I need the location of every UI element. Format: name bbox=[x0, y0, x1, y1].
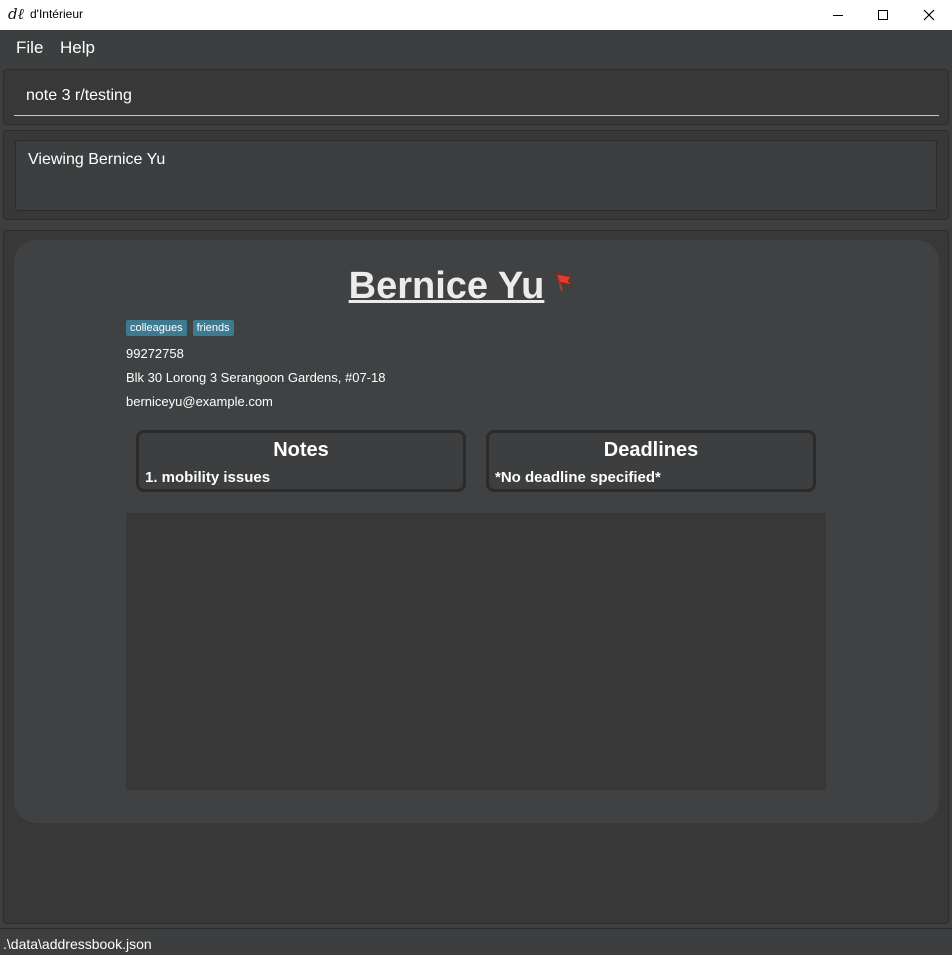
person-card: Bernice Yu colleagues friends 99272758 B… bbox=[14, 240, 939, 823]
email: berniceyu@example.com bbox=[126, 394, 273, 409]
tag: colleagues bbox=[126, 320, 187, 336]
minimize-icon bbox=[833, 15, 843, 16]
person-name: Bernice Yu bbox=[348, 265, 545, 307]
notes-title: Notes bbox=[273, 439, 329, 461]
deadline-item: *No deadline specified* bbox=[495, 469, 661, 486]
command-box bbox=[3, 69, 949, 125]
close-icon bbox=[923, 9, 935, 21]
menu-help[interactable]: Help bbox=[60, 38, 95, 58]
status-bar: .\data\addressbook.json bbox=[0, 928, 952, 955]
result-pane: Viewing Bernice Yu bbox=[3, 130, 949, 220]
app-icon: dℓ bbox=[8, 5, 24, 23]
maximize-button[interactable] bbox=[860, 0, 906, 30]
tag: friends bbox=[192, 320, 234, 336]
red-flag-icon bbox=[556, 273, 574, 292]
address: Blk 30 Lorong 3 Serangoon Gardens, #07-1… bbox=[126, 370, 386, 385]
deadlines-box: Deadlines *No deadline specified* bbox=[486, 430, 816, 492]
notes-box: Notes 1. mobility issues bbox=[136, 430, 466, 492]
minimize-button[interactable] bbox=[815, 0, 861, 30]
command-input[interactable] bbox=[14, 76, 939, 116]
result-display: Viewing Bernice Yu bbox=[15, 140, 937, 211]
tag-list: colleagues friends bbox=[126, 320, 234, 336]
close-button[interactable] bbox=[906, 0, 952, 30]
maximize-icon bbox=[878, 10, 888, 20]
window-title: d'Intérieur bbox=[30, 7, 83, 21]
title-bar: dℓ d'Intérieur bbox=[0, 0, 952, 30]
person-panel: Bernice Yu colleagues friends 99272758 B… bbox=[3, 230, 949, 924]
menu-file[interactable]: File bbox=[16, 38, 43, 58]
menu-bar: File Help bbox=[0, 30, 952, 66]
detail-blank-area bbox=[126, 513, 826, 790]
save-location: .\data\addressbook.json bbox=[3, 936, 152, 952]
note-item: 1. mobility issues bbox=[145, 469, 271, 486]
deadlines-title: Deadlines bbox=[603, 439, 699, 461]
phone-number: 99272758 bbox=[126, 346, 184, 361]
